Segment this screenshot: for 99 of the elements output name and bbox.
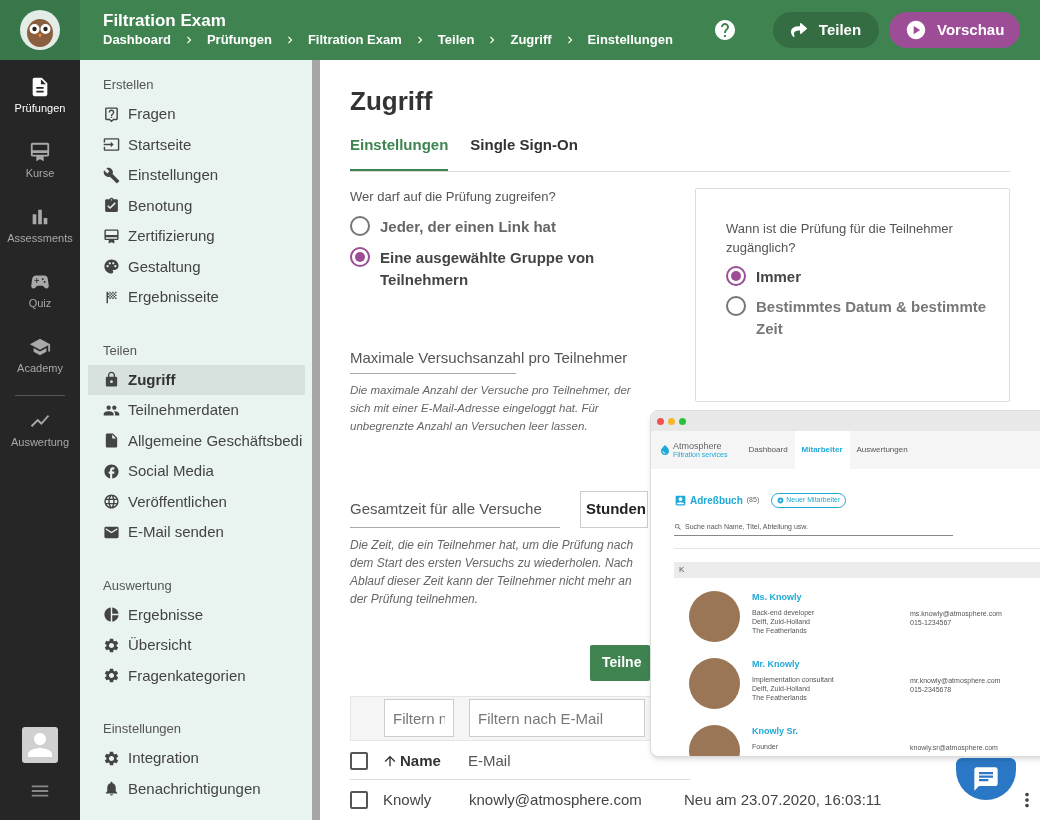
sidebar-item[interactable]: Zertifizierung [88,221,305,252]
avatar [689,657,740,709]
bell-icon [103,780,120,798]
contact-icon [674,494,687,507]
availability-question: Wann ist die Prüfung für die Teilnehmer zugänglich? [726,219,954,257]
sidebar-item[interactable]: Fragen [88,99,305,130]
section-title: Einstellungen [102,720,183,738]
owl-logo [20,10,60,50]
attempts-field[interactable]: Maximale Versuchsanzahl pro Teilnehmer [350,346,662,374]
radio-label[interactable]: Immer [756,265,802,288]
sidebar-item[interactable]: Veröffentlichen [88,486,305,517]
radio-label[interactable]: Bestimmtes Datum & bestimmte Zeit [756,295,989,340]
section-title: Auswertung [102,576,173,595]
preview-button[interactable]: Vorschau [889,12,1021,48]
brand-name: Atmosphere [673,441,723,451]
page-title: Zugriff [350,86,434,116]
sidebar-item[interactable]: Übersicht [88,630,305,661]
plus-icon [777,497,785,504]
checkbox[interactable] [350,751,368,770]
sidebar-item[interactable]: Gestaltung [88,251,305,282]
palette-icon [103,258,120,276]
avatar [689,590,740,642]
pie-chart-icon [103,606,120,624]
breadcrumb-link[interactable]: Filtration Exam [307,31,402,49]
participants-button[interactable]: Teilne [590,644,650,681]
help-text: Die Zeit, die ein Teilnehmer hat, um die Prüfung nach dem Start des ersten Versuchs zu wiederholen. Nach Ablauf dieser Zeit kann der Teilnehmer nicht mehr an der Prüfung teilnehmen. [350,536,635,608]
radio-button[interactable] [726,265,746,286]
play-icon [905,19,928,41]
breadcrumb-link[interactable]: Zugriff [510,31,552,49]
share-button[interactable]: Teilen [772,12,880,48]
sidebar-item[interactable]: Einstellungen [88,160,305,191]
tab[interactable]: Single Sign-On [470,134,578,171]
exam-title: Filtration Exam [103,11,227,31]
globe-icon [103,493,120,511]
radio-label[interactable]: Jeder, der einen Link hat [380,215,610,238]
sidebar-item[interactable]: Ergebnisse [88,599,305,630]
filter-field[interactable]: Filtern nach E-Mail [469,699,645,738]
breadcrumb-link[interactable]: Teilen [437,31,475,49]
sidebar-item[interactable]: Startseite [88,129,305,160]
help-text: Die maximale Anzahl der Versuche pro Teilnehmer, der sich mit einer E-Mail-Adresse eingeloggt hat. Für unbegrenzte Anzahl an Versuchen leer lassen. [350,382,632,434]
breadcrumb-link[interactable]: Einstellungen [587,31,673,49]
sidebar-item[interactable]: Benotung [88,190,305,221]
radio-button[interactable] [726,295,746,316]
table-cell-text: knowly@atmosphere.com [469,789,643,810]
file-icon [103,432,120,450]
access-question: Wer darf auf die Prüfung zugreifen? [350,187,557,206]
group-header: K [674,561,1040,578]
checkbox[interactable] [350,790,368,809]
sidebar-item[interactable]: E-Mail senden [88,517,305,548]
certificate-icon [103,227,120,245]
column-header[interactable]: E-Mail [468,749,511,773]
settings-icon [103,636,120,654]
certificate-icon [29,141,51,163]
nav-tab[interactable]: Dashboard [741,431,795,469]
sidebar-item[interactable]: Allgemeine Geschäftsbedi [88,425,305,456]
rail-item[interactable]: Kurse [25,141,55,206]
settings-icon [103,667,120,685]
sidebar-item[interactable]: Fragenkategorien [88,660,305,691]
facebook-icon [103,462,120,480]
table-cell-text: Neu am 23.07.2020, 16:03:11 [684,789,882,810]
rail-item[interactable]: Quiz [28,271,52,336]
settings-icon [103,749,120,767]
chat-button[interactable] [956,758,1016,800]
table-cell-text: Knowly [383,789,433,810]
sidebar-item[interactable]: Integration [88,743,305,774]
column-header[interactable]: Name [382,749,468,773]
breadcrumb-link[interactable]: Dashboard [103,31,171,49]
help-icon[interactable] [712,18,737,42]
graduation-cap-icon [29,336,51,358]
clipboard-check-icon [103,197,120,215]
total-time-field[interactable]: Gesamtzeit für alle Versuche [350,497,560,528]
share-arrow-icon [790,22,807,38]
tab[interactable]: Einstellungen [350,134,449,171]
breadcrumb-link[interactable]: Prüfungen [206,31,272,49]
lock-icon [103,371,120,389]
scrollbar[interactable] [312,60,320,820]
rail-item[interactable]: Auswertung [10,410,70,475]
sidebar-item[interactable]: Social Media [88,456,305,487]
drop-icon [659,443,671,457]
radio-button[interactable] [350,246,370,267]
section-title: Erstellen [102,76,155,94]
chat-icon [972,765,1000,793]
unit-select[interactable]: Stunden [580,490,648,528]
rail-item[interactable]: Prüfungen [14,76,66,141]
enter-icon [103,136,120,154]
sidebar-item[interactable]: Benachrichtigungen [88,773,305,804]
wrench-icon [103,166,120,184]
rail-item[interactable]: Assessments [7,206,73,271]
rail-item[interactable]: Academy [17,336,63,401]
nav-tab[interactable]: Auswertungen [849,431,915,469]
section-heading: Adreßbuch [690,494,743,508]
question-icon [103,105,120,123]
section-title: Teilen [102,341,138,360]
radio-button[interactable] [350,215,370,236]
sidebar-item[interactable]: Teilnehmerdaten [88,395,305,426]
sidebar-item[interactable]: Zugriff [88,364,305,395]
sidebar-item[interactable]: Ergebnisseite [88,282,305,313]
radio-label[interactable]: Eine ausgewählte Gruppe von Teilnehmern [380,246,610,291]
search-icon [674,523,682,532]
